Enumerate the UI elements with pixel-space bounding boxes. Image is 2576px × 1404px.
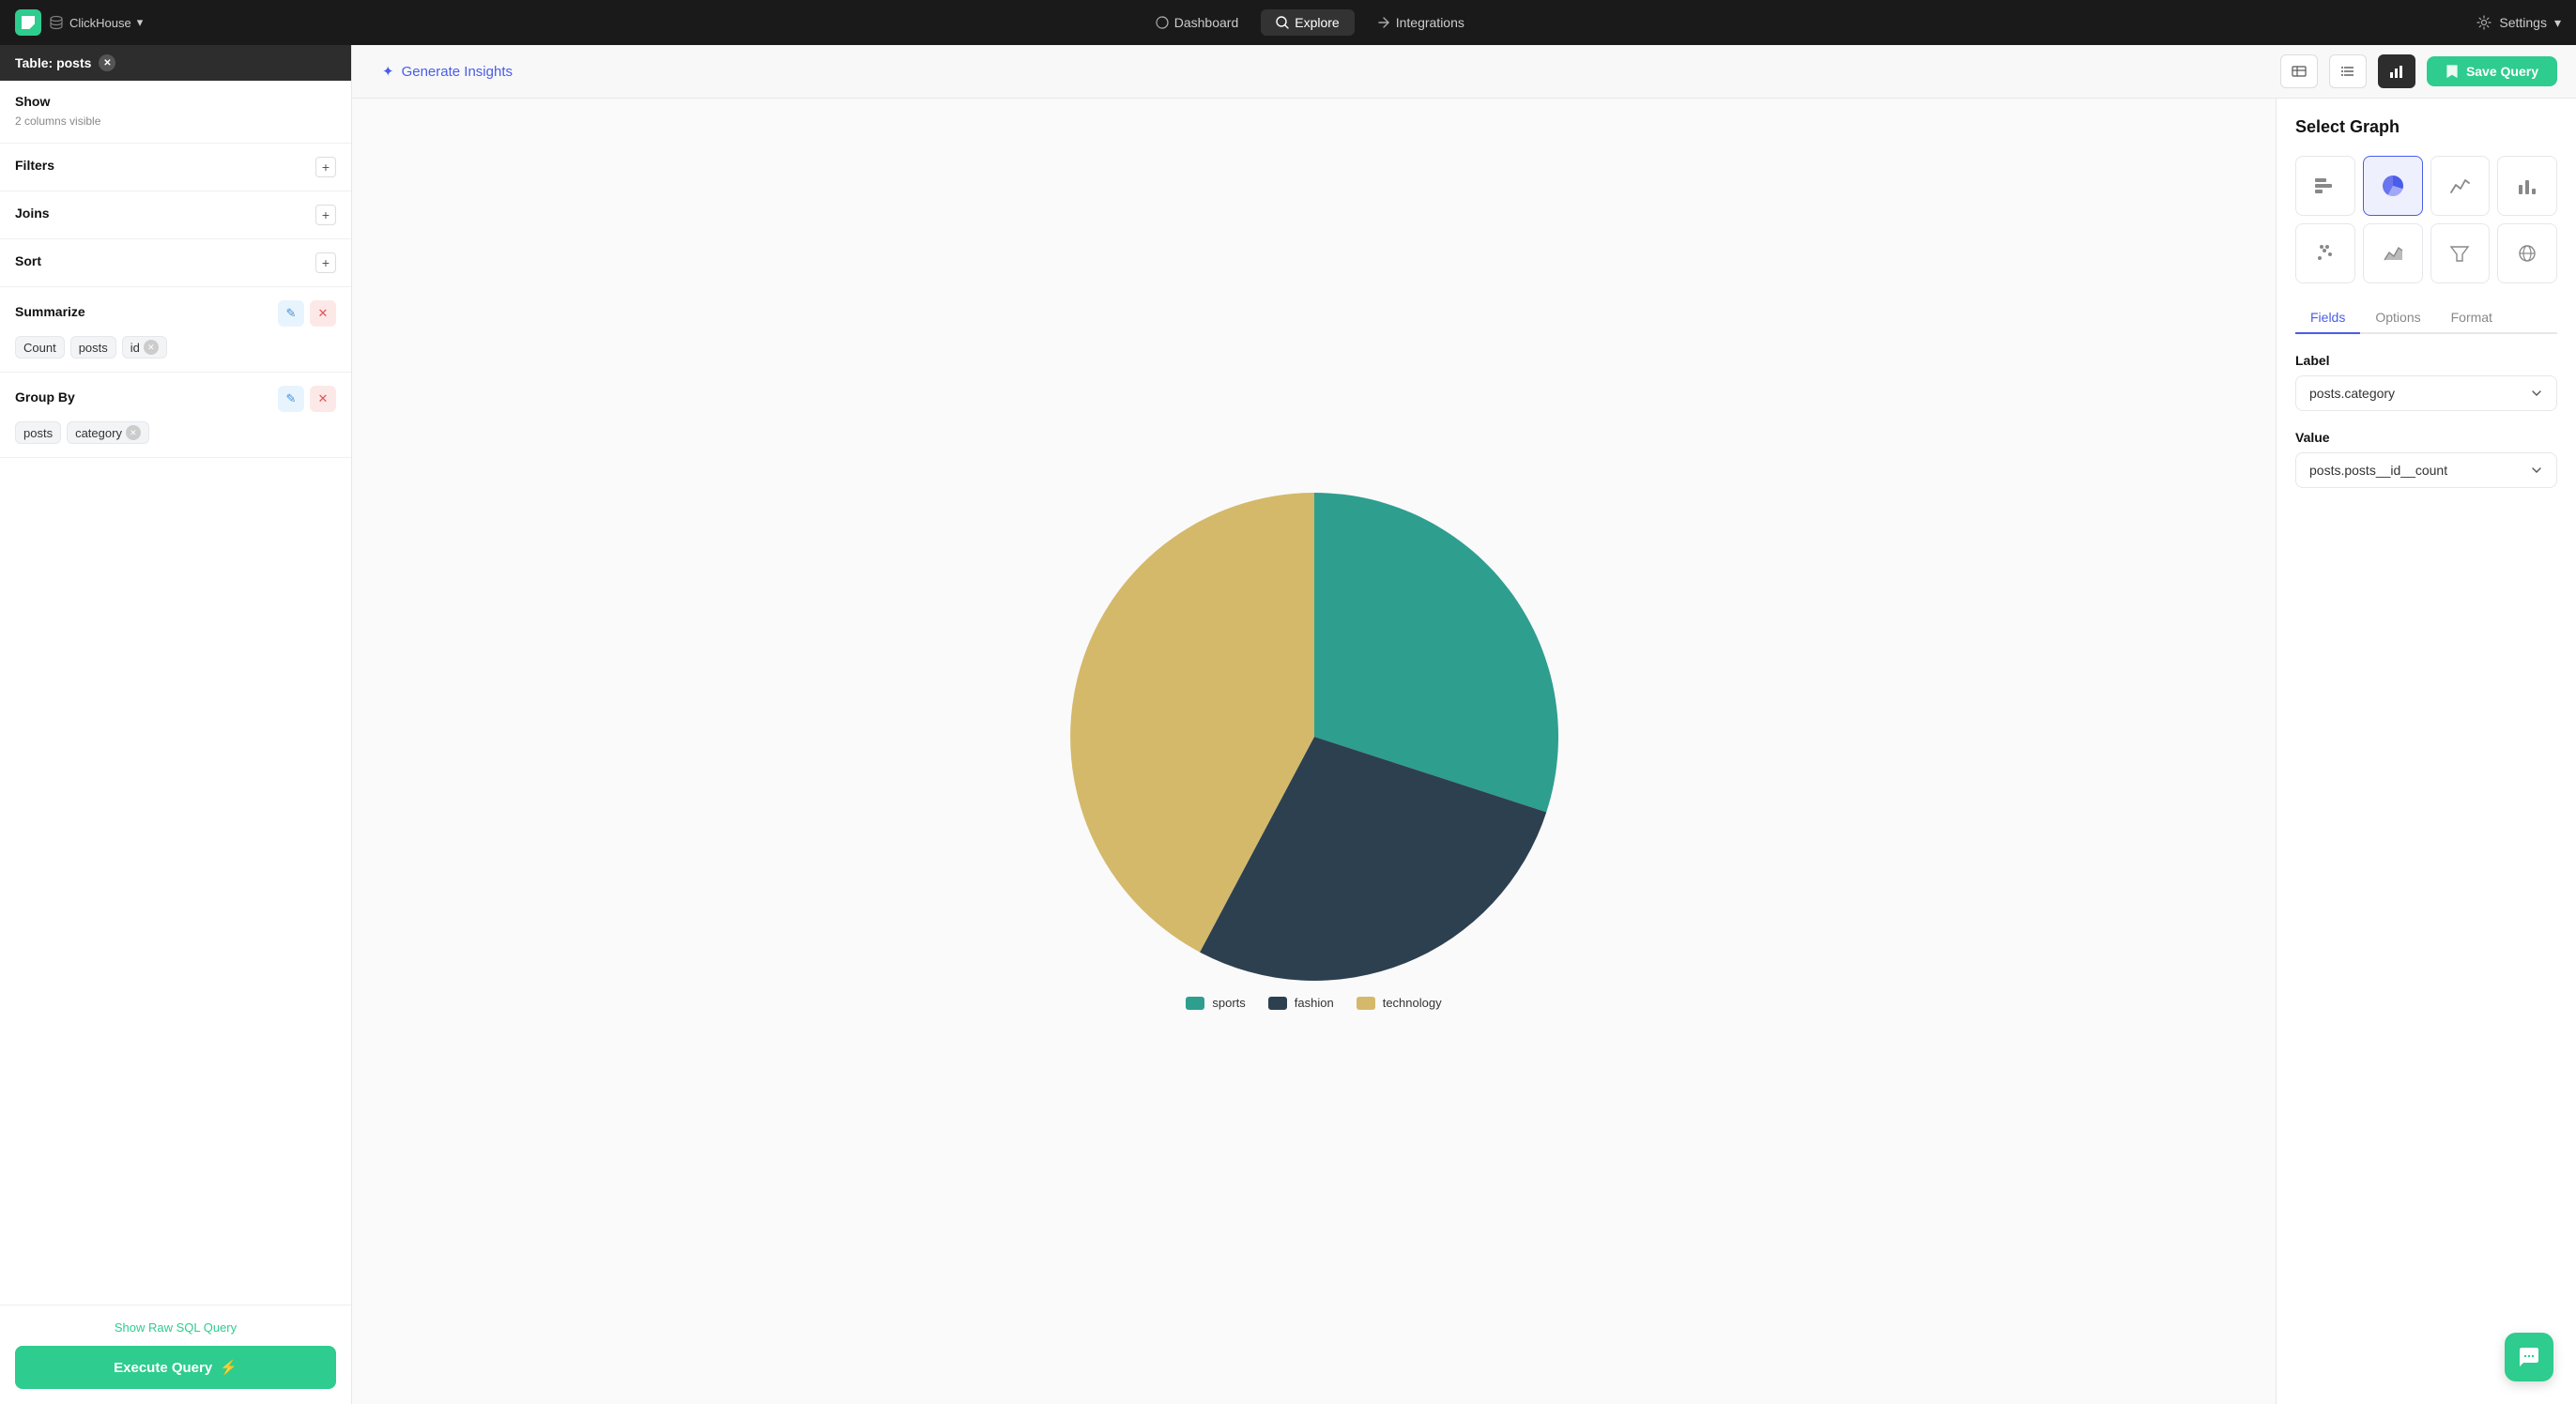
show-label: Show (15, 94, 50, 109)
view-table-btn[interactable] (2280, 54, 2318, 88)
save-query-btn[interactable]: Save Query (2427, 56, 2557, 86)
value-field-group: Value posts.posts__id__count (2295, 430, 2557, 488)
nav-explore[interactable]: Explore (1261, 9, 1354, 36)
app-logo (15, 9, 41, 36)
generate-insights-btn[interactable]: ✦ Generate Insights (371, 57, 524, 85)
summarize-edit-btn[interactable]: ✎ (278, 300, 304, 327)
chart-container: sports fashion technology (352, 99, 2276, 1404)
tag-count: Count (15, 336, 65, 359)
label-field-label: Label (2295, 353, 2557, 368)
tab-format[interactable]: Format (2436, 302, 2507, 334)
graph-bar-vertical[interactable] (2497, 156, 2557, 216)
right-panel: Select Graph (2276, 99, 2576, 1404)
graph-funnel[interactable] (2430, 223, 2491, 283)
sort-section: Sort + (0, 239, 351, 287)
sidebar-footer: Show Raw SQL Query Execute Query ⚡ (0, 1305, 351, 1404)
sidebar: Table: posts ✕ Show 2 columns visible Fi… (0, 45, 352, 1404)
groupby-delete-btn[interactable]: ✕ (310, 386, 336, 412)
select-graph-title: Select Graph (2295, 117, 2557, 137)
tab-options[interactable]: Options (2360, 302, 2435, 334)
graph-line[interactable] (2430, 156, 2491, 216)
sort-add-btn[interactable]: + (315, 252, 336, 273)
summarize-label: Summarize (15, 304, 85, 319)
graph-type-icons (2295, 156, 2557, 283)
value-field-select[interactable]: posts.posts__id__count (2295, 452, 2557, 488)
chart-svg-wrap: sports fashion technology (995, 493, 1633, 1010)
db-name: ClickHouse (69, 16, 131, 30)
legend-dot-sports (1186, 997, 1204, 1010)
content-toolbar: ✦ Generate Insights Save Query (352, 45, 2576, 99)
graph-bar-horizontal[interactable] (2295, 156, 2355, 216)
tag-id-remove[interactable]: ✕ (144, 340, 159, 355)
tag-category-remove[interactable]: ✕ (126, 425, 141, 440)
show-section: Show 2 columns visible (0, 81, 351, 144)
nav-center: Dashboard Explore Integrations (150, 9, 2469, 36)
graph-globe[interactable] (2497, 223, 2557, 283)
summarize-tags: Count posts id ✕ (15, 336, 336, 359)
show-sublabel: 2 columns visible (15, 114, 100, 128)
db-chevron: ▾ (137, 15, 144, 30)
chat-button[interactable] (2505, 1333, 2553, 1381)
db-selector[interactable]: ClickHouse ▾ (49, 15, 143, 30)
legend-sports: sports (1186, 996, 1245, 1010)
groupby-section: Group By ✎ ✕ posts category ✕ (0, 373, 351, 458)
tab-fields[interactable]: Fields (2295, 302, 2360, 334)
label-field-group: Label posts.category (2295, 353, 2557, 411)
graph-scatter[interactable] (2295, 223, 2355, 283)
summarize-section: Summarize ✎ ✕ Count posts id ✕ (0, 287, 351, 373)
graph-pie[interactable] (2363, 156, 2423, 216)
content-area: ✦ Generate Insights Save Query (352, 45, 2576, 1404)
sort-label: Sort (15, 253, 41, 268)
tag-posts-group: posts (15, 421, 61, 444)
summarize-delete-btn[interactable]: ✕ (310, 300, 336, 327)
groupby-label: Group By (15, 389, 75, 404)
filters-section: Filters + (0, 144, 351, 191)
groupby-tags: posts category ✕ (15, 421, 336, 444)
joins-add-btn[interactable]: + (315, 205, 336, 225)
tag-category: category ✕ (67, 421, 149, 444)
table-title: Table: posts (15, 55, 91, 70)
legend-fashion: fashion (1268, 996, 1334, 1010)
label-field-select[interactable]: posts.category (2295, 375, 2557, 411)
chart-panel: sports fashion technology S (352, 99, 2576, 1404)
generate-insights-icon: ✦ (382, 63, 394, 80)
groupby-edit-btn[interactable]: ✎ (278, 386, 304, 412)
sidebar-header: Table: posts ✕ (0, 45, 351, 81)
legend-dot-fashion (1268, 997, 1287, 1010)
legend-technology: technology (1357, 996, 1442, 1010)
value-field-label: Value (2295, 430, 2557, 445)
execute-query-btn[interactable]: Execute Query ⚡ (15, 1346, 336, 1389)
table-close-btn[interactable]: ✕ (99, 54, 115, 71)
panel-tabs: Fields Options Format (2295, 302, 2557, 334)
graph-area[interactable] (2363, 223, 2423, 283)
nav-integrations[interactable]: Integrations (1362, 9, 1480, 36)
joins-label: Joins (15, 206, 50, 221)
generate-insights-label: Generate Insights (402, 64, 513, 80)
tag-posts: posts (70, 336, 116, 359)
view-list-btn[interactable] (2329, 54, 2367, 88)
view-chart-btn[interactable] (2378, 54, 2415, 88)
nav-settings[interactable]: Settings ▾ (2476, 15, 2561, 31)
chart-legend: sports fashion technology (1186, 996, 1441, 1010)
main-layout: Table: posts ✕ Show 2 columns visible Fi… (0, 45, 2576, 1404)
legend-dot-technology (1357, 997, 1375, 1010)
show-sql-link[interactable]: Show Raw SQL Query (15, 1320, 336, 1335)
tag-id: id ✕ (122, 336, 167, 359)
pie-chart (1070, 493, 1558, 981)
joins-section: Joins + (0, 191, 351, 239)
topnav: ClickHouse ▾ Dashboard Explore Integrati… (0, 0, 2576, 45)
nav-dashboard[interactable]: Dashboard (1141, 9, 1254, 36)
filters-label: Filters (15, 158, 54, 173)
filters-add-btn[interactable]: + (315, 157, 336, 177)
